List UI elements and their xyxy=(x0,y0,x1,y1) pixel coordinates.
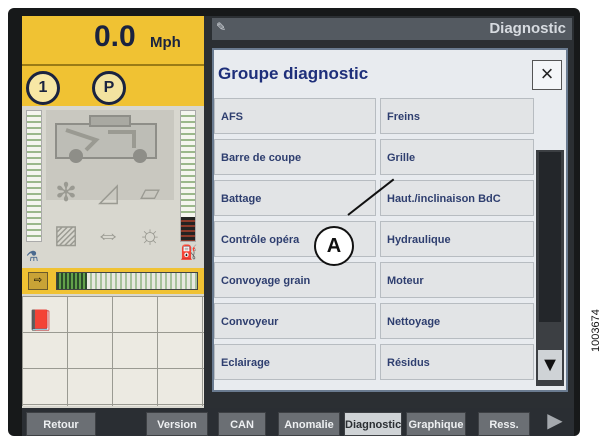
display-screen: 0.0 Mph 1 P ✻ ◿ ▱ ▨ ⇔ ☼ ⚗ ⛽ ⇨ 📕 Diagnost… xyxy=(22,16,574,436)
tab-ress[interactable]: Ress. xyxy=(478,412,530,436)
group-button-grille[interactable]: Grille xyxy=(380,139,534,175)
speed-unit: Mph xyxy=(150,34,181,51)
group-button-moteur[interactable]: Moteur xyxy=(380,262,534,298)
group-button-haut-inclinaison[interactable]: Haut./inclinaison BdC xyxy=(380,180,534,216)
speed-value: 0.0 xyxy=(94,20,136,53)
tab-can[interactable]: CAN xyxy=(218,412,266,436)
status-panel: 0.0 Mph 1 P ✻ ◿ ▱ ▨ ⇔ ☼ ⚗ ⛽ ⇨ 📕 xyxy=(22,16,204,436)
right-level-gauge xyxy=(180,110,196,242)
wrench-icon: ✎ xyxy=(216,20,227,34)
machine-function-icons: ✻ ◿ ▱ ▨ ⇔ ☼ xyxy=(46,166,174,262)
group-button-convoyage-grain[interactable]: Convoyage grain xyxy=(214,262,376,298)
load-bar xyxy=(56,272,198,290)
speed-bar: 0.0 Mph xyxy=(22,16,204,66)
flask-icon: ⚗ xyxy=(26,248,39,264)
tab-retour[interactable]: Retour xyxy=(26,412,96,436)
arrows-icon: ⇔ xyxy=(95,219,121,249)
photo-background: 0.0 Mph 1 P ✻ ◿ ▱ ▨ ⇔ ☼ ⚗ ⛽ ⇨ 📕 Diagnost… xyxy=(0,0,601,438)
tab-diagnostic[interactable]: Diagnostic xyxy=(344,412,402,436)
book-icon[interactable]: 📕 xyxy=(28,308,58,332)
park-indicator-icon: P xyxy=(92,71,126,105)
sieve-icon: ▱ xyxy=(140,177,160,207)
figure-id: 1003674 xyxy=(590,309,601,352)
load-icon: ⇨ xyxy=(28,272,48,290)
tab-anomalie[interactable]: Anomalie xyxy=(278,412,340,436)
group-button-hydraulique[interactable]: Hydraulique xyxy=(380,221,534,257)
load-bar-empty xyxy=(87,273,197,289)
group-button-residus[interactable]: Résidus xyxy=(380,344,534,380)
fuel-icon: ⛽ xyxy=(180,244,198,260)
group-button-convoyeur[interactable]: Convoyeur xyxy=(214,303,376,339)
tab-version[interactable]: Version xyxy=(146,412,208,436)
group-button-nettoyage[interactable]: Nettoyage xyxy=(380,303,534,339)
group-button-freins[interactable]: Freins xyxy=(380,98,534,134)
close-button[interactable]: × xyxy=(532,60,562,90)
page-title: Diagnostic xyxy=(212,18,572,40)
group-button-afs[interactable]: AFS xyxy=(214,98,376,134)
gear-indicator-icon: 1 xyxy=(26,71,60,105)
group-button-barre-de-coupe[interactable]: Barre de coupe xyxy=(214,139,376,175)
fan-icon: ✻ xyxy=(55,177,77,207)
left-level-gauge xyxy=(26,110,42,242)
stripes-icon: ▨ xyxy=(53,219,79,249)
ramp-icon: ◿ xyxy=(98,177,118,207)
right-level-fill xyxy=(181,217,195,241)
group-button-eclairage[interactable]: Eclairage xyxy=(214,344,376,380)
diagnostic-group-dialog: Groupe diagnostic × AFS Freins Barre de … xyxy=(212,48,568,392)
scrollbar-thumb[interactable] xyxy=(539,152,561,322)
right-arrow-icon[interactable]: ▶ xyxy=(542,408,568,434)
dialog-title: Groupe diagnostic xyxy=(218,64,369,83)
callout-label: A xyxy=(314,226,354,266)
light-icon: ☼ xyxy=(138,219,162,249)
tab-graphique[interactable]: Graphique xyxy=(406,412,466,436)
scroll-down-button[interactable]: ▼ xyxy=(538,350,562,380)
